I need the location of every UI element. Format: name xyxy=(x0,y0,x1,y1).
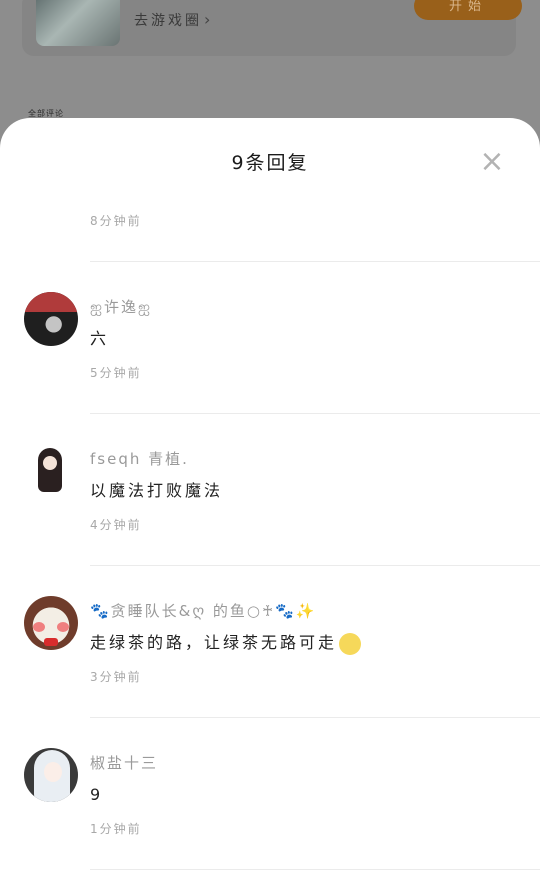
reply-body: ஐ许逸ஐ 六 5分钟前 xyxy=(90,292,530,382)
reply-author[interactable]: 椒盐十三 xyxy=(90,752,530,774)
replies-sheet: 9条回复 × 8分钟前 ஐ许逸ஐ 六 5分钟前 fseqh 青植. 以魔法打败魔… xyxy=(0,118,540,885)
reply-text: 以魔法打败魔法 xyxy=(90,481,224,500)
reply-body: fseqh 青植. 以魔法打败魔法 4分钟前 xyxy=(90,444,530,534)
smile-emoji-icon xyxy=(339,632,362,655)
avatar[interactable] xyxy=(24,748,78,802)
reply-body: 🐾贪睡队长&ღ 的鱼○♰🐾✨ 走绿茶的路，让绿茶无路可走 3分钟前 xyxy=(90,596,530,686)
reply-time: 4分钟前 xyxy=(90,518,142,532)
reply-item: 🐾贪睡队长&ღ 的鱼○♰🐾✨ 走绿茶的路，让绿茶无路可走 3分钟前 xyxy=(0,566,540,718)
reply-time: 8分钟前 xyxy=(90,214,142,228)
reply-item: ஐ许逸ஐ 六 5分钟前 xyxy=(0,262,540,414)
avatar[interactable] xyxy=(24,292,78,346)
reply-item: 椒盐十三 9 1分钟前 xyxy=(0,718,540,870)
sheet-title: 9条回复 xyxy=(231,152,309,174)
reply-item: 8分钟前 xyxy=(0,204,540,262)
divider xyxy=(90,869,540,870)
avatar[interactable] xyxy=(24,596,78,650)
game-circle-link[interactable]: 去游戏圈 › xyxy=(134,10,213,30)
reply-author[interactable]: ஐ许逸ஐ xyxy=(90,296,530,318)
reply-list: 8分钟前 ஐ许逸ஐ 六 5分钟前 fseqh 青植. 以魔法打败魔法 4分钟前 xyxy=(0,204,540,870)
game-circle-label: 去游戏圈 xyxy=(134,13,202,29)
reply-text: 9 xyxy=(90,785,104,804)
reply-time: 3分钟前 xyxy=(90,670,142,684)
reply-text-row: 走绿茶的路，让绿茶无路可走 xyxy=(90,630,530,656)
reply-body: 椒盐十三 9 1分钟前 xyxy=(90,748,530,838)
reply-text: 六 xyxy=(90,329,110,348)
reply-time: 1分钟前 xyxy=(90,822,142,836)
start-button[interactable]: 开始 xyxy=(414,0,522,20)
game-thumbnail xyxy=(36,0,120,46)
reply-time: 5分钟前 xyxy=(90,366,142,380)
reply-body: 8分钟前 xyxy=(90,204,530,230)
avatar[interactable] xyxy=(24,444,78,498)
reply-author[interactable]: 🐾贪睡队长&ღ 的鱼○♰🐾✨ xyxy=(90,600,530,622)
reply-item: fseqh 青植. 以魔法打败魔法 4分钟前 xyxy=(0,414,540,566)
reply-author[interactable]: fseqh 青植. xyxy=(90,448,530,470)
reply-text: 走绿茶的路，让绿茶无路可走 xyxy=(90,633,338,652)
chevron-right-icon: › xyxy=(204,10,214,29)
close-icon[interactable]: × xyxy=(476,146,508,178)
game-card[interactable]: 去游戏圈 › 开始 xyxy=(22,0,522,56)
